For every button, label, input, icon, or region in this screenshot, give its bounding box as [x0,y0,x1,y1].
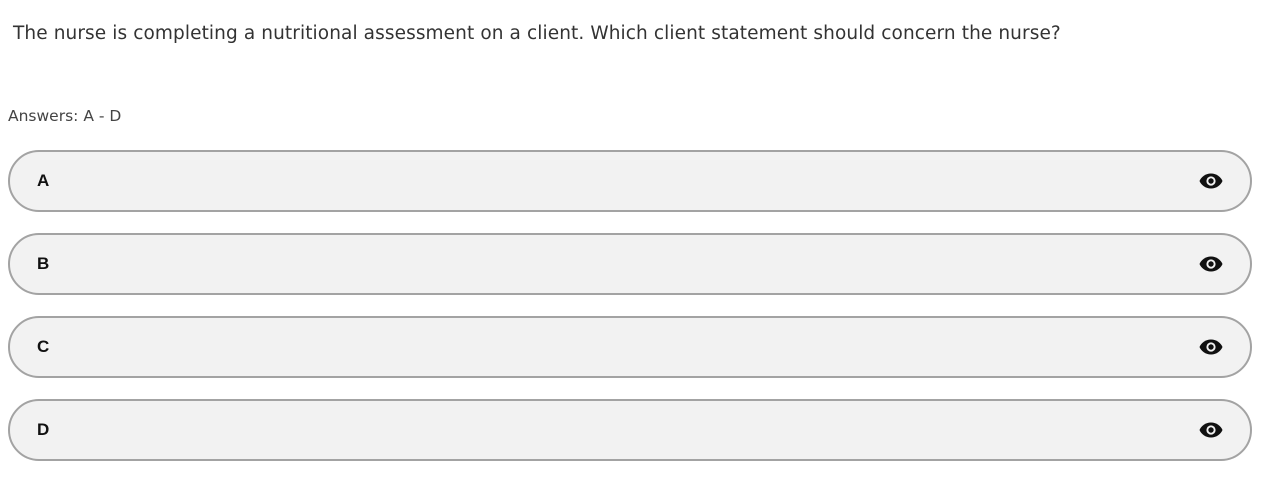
answer-option-a[interactable]: A [8,150,1252,212]
option-letter: D [37,420,50,439]
answer-options-list: A B C D [8,150,1252,482]
eye-icon[interactable] [1198,338,1224,356]
question-text: The nurse is completing a nutritional as… [13,23,1061,44]
answers-range-label: Answers: A - D [8,107,122,125]
option-letter: C [37,337,50,356]
answer-option-c[interactable]: C [8,316,1252,378]
answer-option-b[interactable]: B [8,233,1252,295]
option-letter: A [37,171,50,190]
eye-icon[interactable] [1198,421,1224,439]
eye-icon[interactable] [1198,172,1224,190]
eye-icon[interactable] [1198,255,1224,273]
answer-option-d[interactable]: D [8,399,1252,461]
option-letter: B [37,254,50,273]
